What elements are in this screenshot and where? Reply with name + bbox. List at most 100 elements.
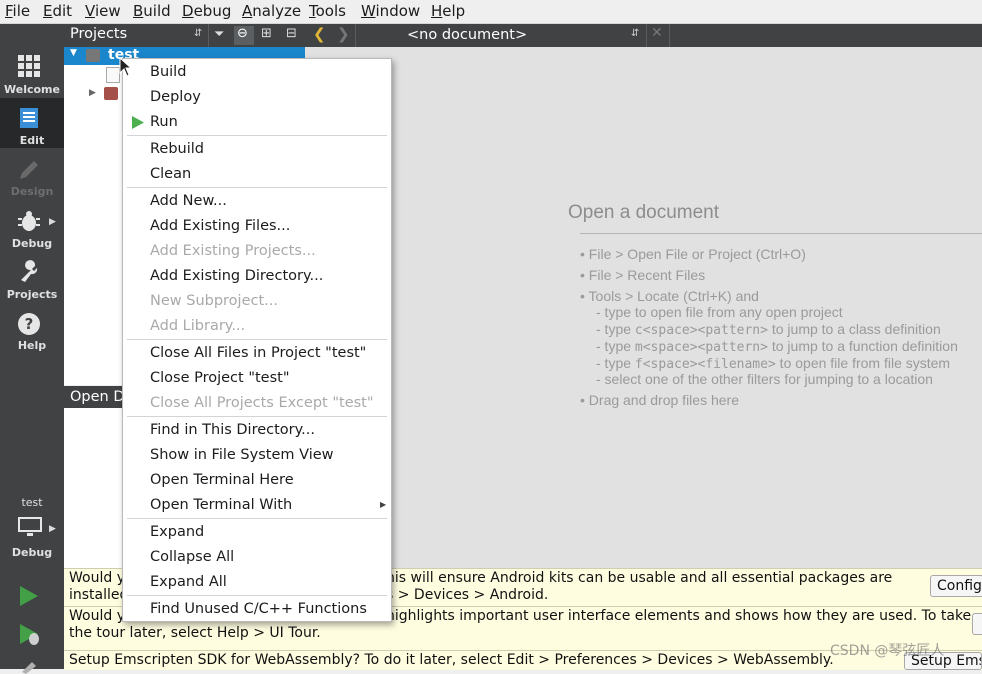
menu-window[interactable]: Window: [361, 2, 420, 20]
bug-icon: [18, 211, 40, 231]
chevron-right-icon: ▶: [49, 524, 56, 534]
menu-separator: [127, 595, 387, 596]
menu-item-build[interactable]: Build: [150, 61, 186, 83]
infobar-text: Setup Emscripten SDK for WebAssembly? To…: [69, 652, 834, 668]
document-selector[interactable]: <no document>: [407, 27, 527, 43]
collapse-arrow-icon[interactable]: ▼: [70, 48, 77, 58]
run-icon[interactable]: [18, 584, 40, 608]
expand-arrow-icon[interactable]: ▶: [89, 88, 96, 98]
menu-item-new-subproject: New Subproject...: [150, 293, 278, 309]
infobar-text: installed: [69, 587, 129, 603]
menu-item-find-unused-functions[interactable]: Find Unused C/C++ Functions: [150, 598, 367, 620]
build-hammer-icon[interactable]: [20, 660, 42, 674]
menu-view[interactable]: View: [85, 2, 121, 20]
divider: [580, 233, 982, 234]
kit-project-name: test: [21, 496, 43, 509]
configure-android-button[interactable]: Config: [930, 575, 982, 597]
mode-projects[interactable]: Projects: [0, 252, 64, 302]
editor-placeholder-title: Open a document: [567, 202, 720, 223]
mode-welcome[interactable]: Welcome: [0, 46, 64, 96]
hint-recent-files: • File > Recent Files: [580, 267, 706, 283]
open-documents-title: Open D: [70, 389, 125, 405]
menu-tools[interactable]: Tools: [309, 2, 346, 20]
pencil-icon: [20, 161, 38, 179]
infobar-text: the tour later, select Help > UI Tour.: [69, 625, 321, 641]
projects-pane-header: Projects ⇵ ⏷ ⊖ ⊞ ⊟: [64, 24, 305, 47]
back-icon[interactable]: ❮: [313, 25, 326, 43]
project-context-menu: Build Deploy Run Rebuild Clean Add New..…: [122, 58, 392, 622]
menu-separator: [127, 518, 387, 519]
projects-view-selector[interactable]: Projects: [70, 26, 127, 42]
menu-item-deploy[interactable]: Deploy: [150, 86, 201, 108]
hint-open-file: • File > Open File or Project (Ctrl+O): [580, 246, 806, 262]
menu-help[interactable]: Help: [431, 2, 465, 20]
hint-locate-sub3: - type m<space><pattern> to jump to a fu…: [596, 338, 958, 355]
take-tour-button[interactable]: [972, 613, 982, 635]
menu-item-add-existing-projects: Add Existing Projects...: [150, 243, 316, 259]
infobar-text: highlights important user interface elem…: [386, 608, 972, 624]
infobar-text: Would y: [69, 570, 125, 586]
mode-edit[interactable]: Edit: [0, 98, 64, 148]
kit-selector[interactable]: test ▶ Debug: [0, 494, 64, 562]
menu-item-clean[interactable]: Clean: [150, 163, 191, 185]
menu-analyze[interactable]: Analyze: [242, 2, 301, 20]
mode-projects-label: Projects: [6, 288, 58, 301]
close-pane-icon[interactable]: ⊟: [286, 26, 297, 41]
menu-item-add-new[interactable]: Add New...: [150, 190, 227, 212]
hint-locate-sub5: - select one of the other filters for ju…: [596, 371, 933, 387]
editor-toolbar: ❮ ❯ <no document> ⇵ ✕: [305, 24, 982, 47]
kit-config-name: Debug: [11, 546, 53, 559]
menu-build[interactable]: Build: [133, 2, 171, 20]
menu-edit[interactable]: Edit: [43, 2, 72, 20]
monitor-icon: [18, 517, 42, 536]
filter-icon[interactable]: ⏷: [214, 27, 224, 42]
mode-debug-label: Debug: [11, 237, 53, 250]
infobar-text: s > Devices > Android.: [386, 587, 549, 603]
hint-drag-drop: • Drag and drop files here: [580, 392, 739, 408]
menu-item-add-existing-directory[interactable]: Add Existing Directory...: [150, 265, 323, 287]
hint-locate: • Tools > Locate (Ctrl+K) and: [580, 288, 759, 304]
menu-item-close-project[interactable]: Close Project "test": [150, 367, 290, 389]
mode-help[interactable]: ? Help: [0, 304, 64, 354]
link-icon[interactable]: ⊖: [234, 26, 254, 45]
menu-separator: [127, 416, 387, 417]
menu-item-show-in-fs[interactable]: Show in File System View: [150, 444, 334, 466]
wrench-icon: [21, 260, 38, 282]
folder-icon: [104, 87, 118, 100]
close-document-icon[interactable]: ✕: [651, 25, 663, 41]
chevron-right-icon: ▶: [49, 217, 56, 227]
menu-item-run[interactable]: Run: [150, 111, 178, 133]
menu-item-open-terminal-with[interactable]: Open Terminal With: [150, 494, 292, 516]
mouse-cursor-icon: [119, 57, 133, 77]
mode-debug[interactable]: ▶ Debug: [0, 201, 64, 251]
updown-icon: ⇵: [631, 28, 640, 39]
menu-item-expand-all[interactable]: Expand All: [150, 571, 227, 593]
menu-item-add-existing-files[interactable]: Add Existing Files...: [150, 215, 290, 237]
menu-item-find-in-directory[interactable]: Find in This Directory...: [150, 419, 315, 441]
menu-item-rebuild[interactable]: Rebuild: [150, 138, 204, 160]
svg-text:?: ?: [25, 315, 34, 333]
mode-design-label: Design: [10, 185, 54, 198]
help-icon: ?: [18, 313, 40, 335]
infobar-text: Would y: [69, 608, 125, 624]
submenu-arrow-icon: ▶: [380, 500, 387, 509]
menu-item-open-terminal-here[interactable]: Open Terminal Here: [150, 469, 294, 491]
menu-item-close-all-files[interactable]: Close All Files in Project "test": [150, 342, 366, 364]
hint-locate-sub4: - type f<space><filename> to open file f…: [596, 355, 951, 372]
menu-item-expand[interactable]: Expand: [150, 521, 204, 543]
grid-icon: [18, 55, 40, 77]
menu-item-close-all-except: Close All Projects Except "test": [150, 395, 374, 411]
menu-debug[interactable]: Debug: [182, 2, 231, 20]
mode-welcome-label: Welcome: [4, 83, 60, 96]
menu-separator: [127, 339, 387, 340]
mode-design[interactable]: Design: [0, 150, 64, 200]
forward-icon[interactable]: ❯: [337, 25, 350, 43]
infobar-text: his will ensure Android kits can be usab…: [386, 570, 893, 586]
menu-file[interactable]: File: [5, 2, 30, 20]
debug-run-icon[interactable]: [18, 622, 42, 646]
updown-icon: ⇵: [194, 28, 203, 39]
menu-item-collapse-all[interactable]: Collapse All: [150, 546, 234, 568]
menu-item-add-library: Add Library...: [150, 318, 246, 334]
split-icon[interactable]: ⊞: [261, 26, 272, 41]
run-icon: [132, 116, 144, 129]
